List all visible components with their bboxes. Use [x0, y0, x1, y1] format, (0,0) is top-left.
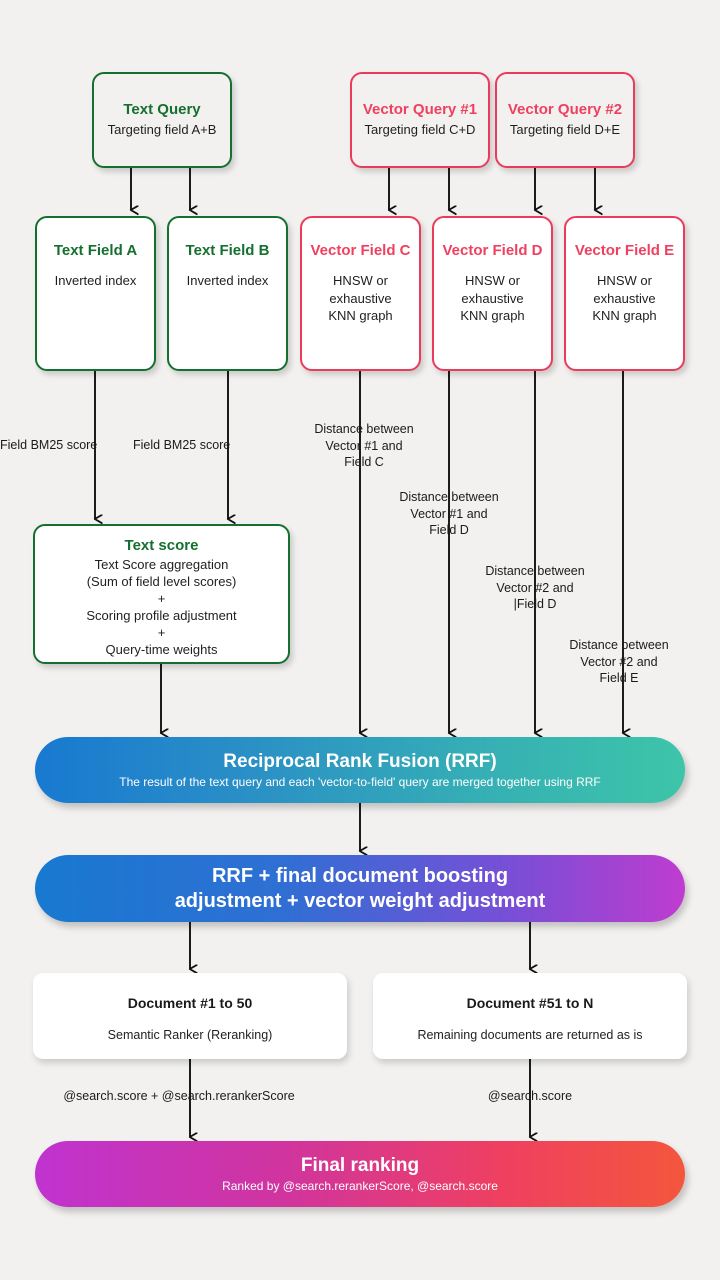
text-score-line: Text Score aggregation [94, 556, 229, 572]
text-score-line: Scoring profile adjustment [86, 607, 237, 623]
node-document-51-to-n[interactable]: Document #51 to N Remaining documents ar… [373, 973, 687, 1059]
edge-label-distance-d2: Distance between Vector #2 and |Field D [485, 564, 585, 611]
edge-label-plain-score: @search.score [487, 1089, 573, 1103]
edge-label-distance-d1: Distance between Vector #1 and Field D [399, 490, 499, 537]
edge-label-distance-c: Distance between Vector #1 and Field C [314, 422, 414, 469]
node-title: Vector Query #2 [507, 101, 623, 119]
node-subtitle: Remaining documents are returned as is [417, 1028, 643, 1042]
node-subtitle: Semantic Ranker (Reranking) [107, 1028, 273, 1042]
edge-label-bm25-b: Field BM25 score [133, 438, 231, 452]
node-vector-query-2[interactable]: Vector Query #2 Targeting field D+E [495, 72, 635, 168]
diagram-canvas: Text Query Targeting field A+B Vector Qu… [0, 0, 720, 1280]
node-subtitle: Inverted index [186, 273, 269, 288]
banner-rrf-boosting[interactable]: RRF + final document boosting adjustment… [35, 855, 685, 922]
node-subtitle: Targeting field D+E [509, 121, 621, 137]
node-title: Text Query [123, 101, 201, 119]
node-vector-field-d[interactable]: Vector Field D HNSW or exhaustive KNN gr… [432, 216, 553, 371]
node-vector-field-c[interactable]: Vector Field C HNSW or exhaustive KNN gr… [300, 216, 421, 371]
edge-label-reranked-score: @search.score + @search.rerankerScore [63, 1089, 295, 1103]
banner-reciprocal-rank-fusion[interactable]: Reciprocal Rank Fusion (RRF) The result … [35, 737, 685, 803]
node-vector-field-e[interactable]: Vector Field E HNSW or exhaustive KNN gr… [564, 216, 685, 371]
node-text-score[interactable]: Text score Text Score aggregation (Sum o… [33, 524, 290, 664]
node-text-query[interactable]: Text Query Targeting field A+B [92, 72, 232, 168]
node-title: Vector Field C [310, 242, 411, 259]
banner-title-line-2: adjustment + vector weight adjustment [174, 889, 546, 912]
node-subtitle: HNSW or exhaustive KNN graph [592, 273, 657, 324]
banner-title-line-1: RRF + final document boosting [211, 865, 509, 888]
node-text-field-b[interactable]: Text Field B Inverted index [167, 216, 288, 371]
edge-label-distance-e: Distance between Vector #2 and Field E [569, 638, 669, 685]
node-title: Vector Field E [574, 242, 675, 259]
text-score-line: + [157, 625, 166, 641]
banner-subtitle: The result of the text query and each 'v… [119, 774, 601, 789]
node-subtitle: Inverted index [54, 273, 137, 288]
node-subtitle: HNSW or exhaustive KNN graph [328, 273, 393, 324]
node-title: Text Field A [53, 242, 138, 259]
node-title: Document #51 to N [466, 995, 594, 1011]
node-subtitle: HNSW or exhaustive KNN graph [460, 273, 525, 324]
node-title: Vector Query #1 [362, 101, 478, 119]
node-title: Text score [124, 537, 199, 554]
node-subtitle: Targeting field C+D [364, 121, 476, 137]
text-score-line: (Sum of field level scores) [86, 573, 237, 589]
node-document-1-to-50[interactable]: Document #1 to 50 Semantic Ranker (Reran… [33, 973, 347, 1059]
node-title: Document #1 to 50 [127, 995, 253, 1011]
text-score-line: Query-time weights [105, 642, 218, 658]
banner-title: Final ranking [300, 1154, 420, 1176]
node-text-field-a[interactable]: Text Field A Inverted index [35, 216, 156, 371]
node-title: Text Field B [185, 242, 270, 259]
banner-subtitle: Ranked by @search.rerankerScore, @search… [222, 1178, 498, 1193]
text-score-line: + [157, 590, 166, 606]
banner-final-ranking[interactable]: Final ranking Ranked by @search.reranker… [35, 1141, 685, 1207]
node-title: Vector Field D [442, 242, 543, 259]
node-subtitle: Targeting field A+B [107, 121, 217, 137]
edge-label-bm25-a: Field BM25 score [0, 438, 98, 452]
node-vector-query-1[interactable]: Vector Query #1 Targeting field C+D [350, 72, 490, 168]
banner-title: Reciprocal Rank Fusion (RRF) [223, 750, 497, 772]
